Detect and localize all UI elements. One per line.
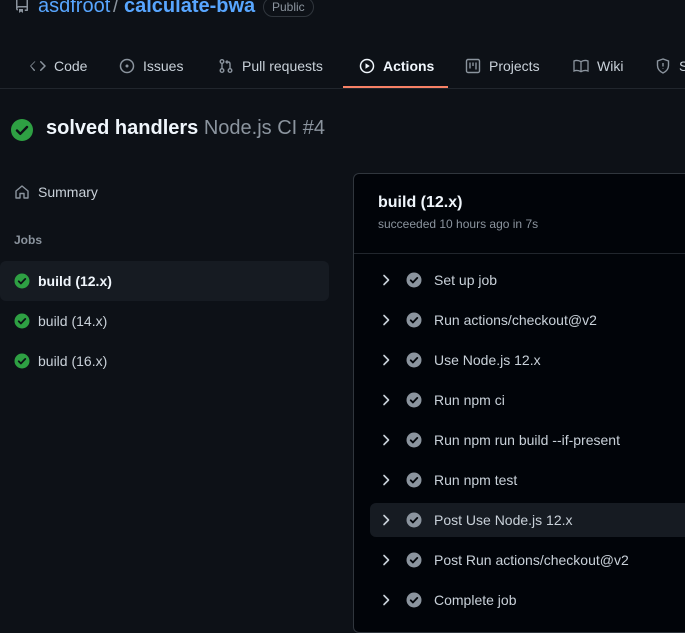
sidebar-summary-link[interactable]: Summary	[14, 180, 98, 204]
chevron-right-icon	[383, 554, 390, 566]
repo-owner-link[interactable]: asdfroot	[38, 0, 110, 18]
pull-request-icon	[219, 58, 233, 73]
repo-header: asdfroot / calculate-bwa Public	[0, 0, 685, 24]
job-step[interactable]: Run npm test	[370, 463, 685, 497]
job-step-label: Set up job	[434, 272, 498, 288]
code-icon	[30, 60, 46, 71]
chevron-right-icon	[383, 394, 390, 406]
sidebar-job-item[interactable]: build (14.x)	[0, 301, 329, 341]
active-tab-underline	[343, 86, 448, 88]
repo-icon	[16, 0, 28, 13]
tab-projects-label: Projects	[489, 57, 540, 74]
home-icon	[15, 185, 29, 199]
tab-projects[interactable]: Projects	[465, 42, 540, 89]
job-step[interactable]: Set up job	[370, 263, 685, 297]
job-log-panel: build (12.x) succeeded 10 hours ago in 7…	[353, 173, 685, 633]
success-check-icon	[14, 313, 30, 329]
tab-actions-label: Actions	[383, 57, 435, 74]
step-success-icon	[406, 552, 422, 568]
job-label: build (16.x)	[38, 353, 108, 369]
play-icon	[359, 58, 375, 73]
tab-code-label: Code	[54, 57, 88, 74]
job-step[interactable]: Run actions/checkout@v2	[370, 303, 685, 337]
tab-pull-requests[interactable]: Pull requests	[218, 42, 323, 89]
jobs-heading: Jobs	[14, 233, 43, 247]
step-success-icon	[406, 312, 422, 328]
success-check-icon	[11, 119, 33, 141]
run-commit-message: solved handlers	[46, 117, 199, 139]
chevron-right-icon	[383, 434, 390, 446]
job-step-label: Run actions/checkout@v2	[434, 312, 597, 328]
tab-issues[interactable]: Issues	[119, 42, 183, 89]
chevron-right-icon	[383, 274, 390, 286]
repo-name-link[interactable]: calculate-bwa	[124, 0, 255, 18]
repo-nav-tabs: Code Issues Pull requests Actions Projec…	[0, 42, 685, 89]
job-step-label: Complete job	[434, 592, 517, 608]
success-check-icon	[14, 353, 30, 369]
step-success-icon	[406, 352, 422, 368]
run-title: solved handlers Node.js CI #4	[46, 117, 325, 140]
sidebar-summary-label: Summary	[38, 184, 98, 200]
step-success-icon	[406, 272, 422, 288]
job-label: build (12.x)	[38, 273, 112, 289]
tab-wiki[interactable]: Wiki	[573, 42, 623, 89]
job-step[interactable]: Post Use Node.js 12.x	[370, 503, 685, 537]
job-step[interactable]: Run npm run build --if-present	[370, 423, 685, 457]
job-step[interactable]: Use Node.js 12.x	[370, 343, 685, 377]
project-icon	[465, 58, 481, 73]
step-success-icon	[406, 432, 422, 448]
job-status-text: succeeded 10 hours ago in 7s	[378, 217, 539, 231]
job-step-label: Run npm run build --if-present	[434, 432, 620, 448]
tab-pull-requests-label: Pull requests	[242, 57, 323, 74]
tab-wiki-label: Wiki	[597, 57, 624, 74]
chevron-right-icon	[383, 514, 390, 526]
run-title-row: solved handlers Node.js CI #4	[10, 115, 325, 145]
step-success-icon	[406, 392, 422, 408]
repo-path-separator: /	[113, 0, 119, 17]
job-step[interactable]: Run npm ci	[370, 383, 685, 417]
tab-security[interactable]: S	[655, 42, 685, 89]
job-step-label: Use Node.js 12.x	[434, 352, 541, 368]
issue-icon	[119, 58, 135, 73]
step-success-icon	[406, 472, 422, 488]
success-check-icon	[14, 273, 30, 289]
sidebar-job-item[interactable]: build (12.x)	[0, 261, 329, 301]
job-step-label: Post Run actions/checkout@v2	[434, 552, 629, 568]
chevron-right-icon	[383, 474, 390, 486]
tab-code[interactable]: Code	[30, 42, 87, 89]
job-label: build (14.x)	[38, 313, 108, 329]
step-success-icon	[406, 512, 422, 528]
book-icon	[573, 59, 589, 72]
tab-actions[interactable]: Actions	[359, 42, 434, 89]
tab-issues-label: Issues	[143, 57, 184, 74]
job-step[interactable]: Complete job	[370, 583, 685, 617]
job-panel-header: build (12.x) succeeded 10 hours ago in 7…	[354, 174, 685, 254]
chevron-right-icon	[383, 354, 390, 366]
shield-icon	[656, 57, 670, 74]
run-workflow-name: Node.js CI #4	[203, 117, 326, 139]
chevron-right-icon	[383, 314, 390, 326]
sidebar-job-item[interactable]: build (16.x)	[0, 341, 329, 381]
job-step[interactable]: Post Run actions/checkout@v2	[370, 543, 685, 577]
job-step-label: Post Use Node.js 12.x	[434, 512, 573, 528]
job-step-label: Run npm test	[434, 472, 518, 488]
step-success-icon	[406, 592, 422, 608]
chevron-right-icon	[383, 594, 390, 606]
job-title: build (12.x)	[378, 194, 463, 211]
tab-security-label: S	[679, 57, 685, 74]
job-step-label: Run npm ci	[434, 392, 505, 408]
visibility-badge: Public	[263, 0, 314, 17]
